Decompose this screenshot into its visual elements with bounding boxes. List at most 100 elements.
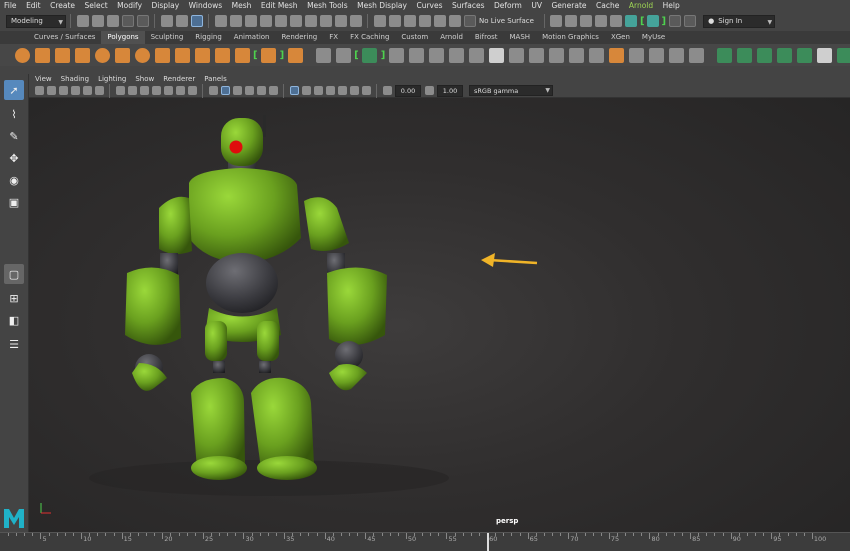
layout-icon[interactable] [683, 15, 696, 27]
camera-attributes-icon[interactable] [46, 86, 56, 95]
shelf-tab-motion-graphics[interactable]: Motion Graphics [536, 31, 605, 44]
quad-draw-icon[interactable] [548, 47, 564, 63]
poly-plane-icon[interactable] [114, 47, 130, 63]
shelf-tab-fx[interactable]: FX [323, 31, 344, 44]
poly-cone-icon[interactable] [74, 47, 90, 63]
curve-mask-icon[interactable] [274, 15, 287, 27]
poly-sphere-icon[interactable] [14, 47, 30, 63]
wireframe-on-shaded-icon[interactable] [232, 86, 242, 95]
menu-curves[interactable]: Curves [416, 0, 442, 11]
dynamics-mask-icon[interactable] [319, 15, 332, 27]
misc-mask-icon[interactable] [349, 15, 362, 27]
shelf-tab-sculpting[interactable]: Sculpting [145, 31, 190, 44]
select-component-icon[interactable] [190, 15, 203, 27]
menu-create[interactable]: Create [50, 0, 75, 11]
remesh-icon[interactable] [448, 47, 464, 63]
new-scene-icon[interactable] [76, 15, 89, 27]
rotate-tool-icon[interactable]: ◉ [4, 170, 24, 190]
resolution-gate-icon[interactable] [139, 86, 149, 95]
panel-menu-renderer[interactable]: Renderer [163, 75, 195, 83]
snap-curve-icon[interactable] [388, 15, 401, 27]
film-gate-icon[interactable] [127, 86, 137, 95]
gate-mask-icon[interactable] [151, 86, 161, 95]
poly-pipe-icon[interactable] [214, 47, 230, 63]
panel-menu-shading[interactable]: Shading [61, 75, 89, 83]
arnold-render-icon[interactable] [647, 15, 660, 27]
face-mask-icon[interactable] [244, 15, 257, 27]
shelf-tab-rendering[interactable]: Rendering [275, 31, 323, 44]
fill-hole-icon[interactable] [628, 47, 644, 63]
sign-in-dropdown[interactable]: ● Sign In ▼ [703, 14, 776, 28]
extrude-icon[interactable] [568, 47, 584, 63]
menu-edit[interactable]: Edit [26, 0, 41, 11]
gamma-field[interactable]: 1.00 [437, 84, 463, 97]
poly-cube-icon[interactable] [34, 47, 50, 63]
menu-generate[interactable]: Generate [552, 0, 587, 11]
target-weld-icon[interactable] [508, 47, 524, 63]
exposure-icon[interactable] [382, 86, 392, 95]
undo-icon[interactable] [121, 15, 134, 27]
shelf-tab-arnold[interactable]: Arnold [434, 31, 469, 44]
select-object-icon[interactable] [175, 15, 188, 27]
panel-menu-panels[interactable]: Panels [204, 75, 227, 83]
safe-action-icon[interactable] [175, 86, 185, 95]
snap-center-icon[interactable] [448, 15, 461, 27]
menu-help[interactable]: Help [663, 0, 680, 11]
shelf-tab-rigging[interactable]: Rigging [189, 31, 228, 44]
spherical-map-icon[interactable] [776, 47, 792, 63]
shelf-tab-myuse[interactable]: MyUse [636, 31, 671, 44]
render-mask-icon[interactable] [334, 15, 347, 27]
smooth-icon[interactable] [388, 47, 404, 63]
motion-blur-icon[interactable] [337, 86, 347, 95]
open-scene-icon[interactable] [91, 15, 104, 27]
bridge-icon[interactable] [588, 47, 604, 63]
snap-grid-icon[interactable] [373, 15, 386, 27]
retopo-icon[interactable] [468, 47, 484, 63]
shelf-tab-bifrost[interactable]: Bifrost [469, 31, 504, 44]
shadows-icon[interactable] [268, 86, 278, 95]
poly-disc-icon[interactable] [134, 47, 150, 63]
collapse-icon[interactable] [688, 47, 704, 63]
menu-select[interactable]: Select [85, 0, 108, 11]
shelf-tab-fx-caching[interactable]: FX Caching [344, 31, 395, 44]
save-scene-icon[interactable] [106, 15, 119, 27]
shelf-tab-custom[interactable]: Custom [395, 31, 434, 44]
auto-map-icon[interactable] [796, 47, 812, 63]
panel-menu-view[interactable]: View [35, 75, 52, 83]
lasso-tool-icon[interactable]: ⌇ [4, 104, 24, 124]
smooth-shade-icon[interactable] [220, 86, 230, 95]
poly-prism-icon[interactable] [194, 47, 210, 63]
select-hierarchy-icon[interactable] [160, 15, 173, 27]
transfer-attributes-icon[interactable] [836, 47, 850, 63]
ambient-occlusion-icon[interactable] [325, 86, 335, 95]
vertex-mask-icon[interactable] [214, 15, 227, 27]
safe-title-icon[interactable] [187, 86, 197, 95]
poly-helix-icon[interactable] [234, 47, 250, 63]
shelf-tab-polygons[interactable]: Polygons [101, 31, 145, 44]
boolean-icon[interactable] [408, 47, 424, 63]
menu-modify[interactable]: Modify [117, 0, 142, 11]
exposure-field[interactable]: 0.00 [395, 84, 421, 97]
menu-uv[interactable]: UV [531, 0, 542, 11]
xray-joints-icon[interactable] [313, 86, 323, 95]
layout-icon[interactable] [668, 15, 681, 27]
redo-icon[interactable] [136, 15, 149, 27]
poly-platonic-icon[interactable] [154, 47, 170, 63]
shelf-tab-animation[interactable]: Animation [228, 31, 276, 44]
2d-pan-zoom-icon[interactable] [82, 86, 92, 95]
render-frame-icon[interactable] [580, 15, 593, 27]
mirror-icon[interactable] [362, 47, 378, 63]
ipr-render-icon[interactable] [595, 15, 608, 27]
anti-aliasing-icon[interactable] [349, 86, 359, 95]
bookmarks-icon[interactable] [58, 86, 68, 95]
checker-icon[interactable] [816, 47, 832, 63]
grid-icon[interactable] [115, 86, 125, 95]
menu-mesh[interactable]: Mesh [232, 0, 252, 11]
single-perspective-layout-icon[interactable]: ▢ [4, 264, 24, 284]
select-tool-icon[interactable]: ➚ [4, 80, 24, 100]
wireframe-icon[interactable] [208, 86, 218, 95]
menu-windows[interactable]: Windows [189, 0, 222, 11]
history-icon[interactable] [550, 15, 563, 27]
menu-deform[interactable]: Deform [494, 0, 522, 11]
gamma-icon[interactable] [424, 86, 434, 95]
